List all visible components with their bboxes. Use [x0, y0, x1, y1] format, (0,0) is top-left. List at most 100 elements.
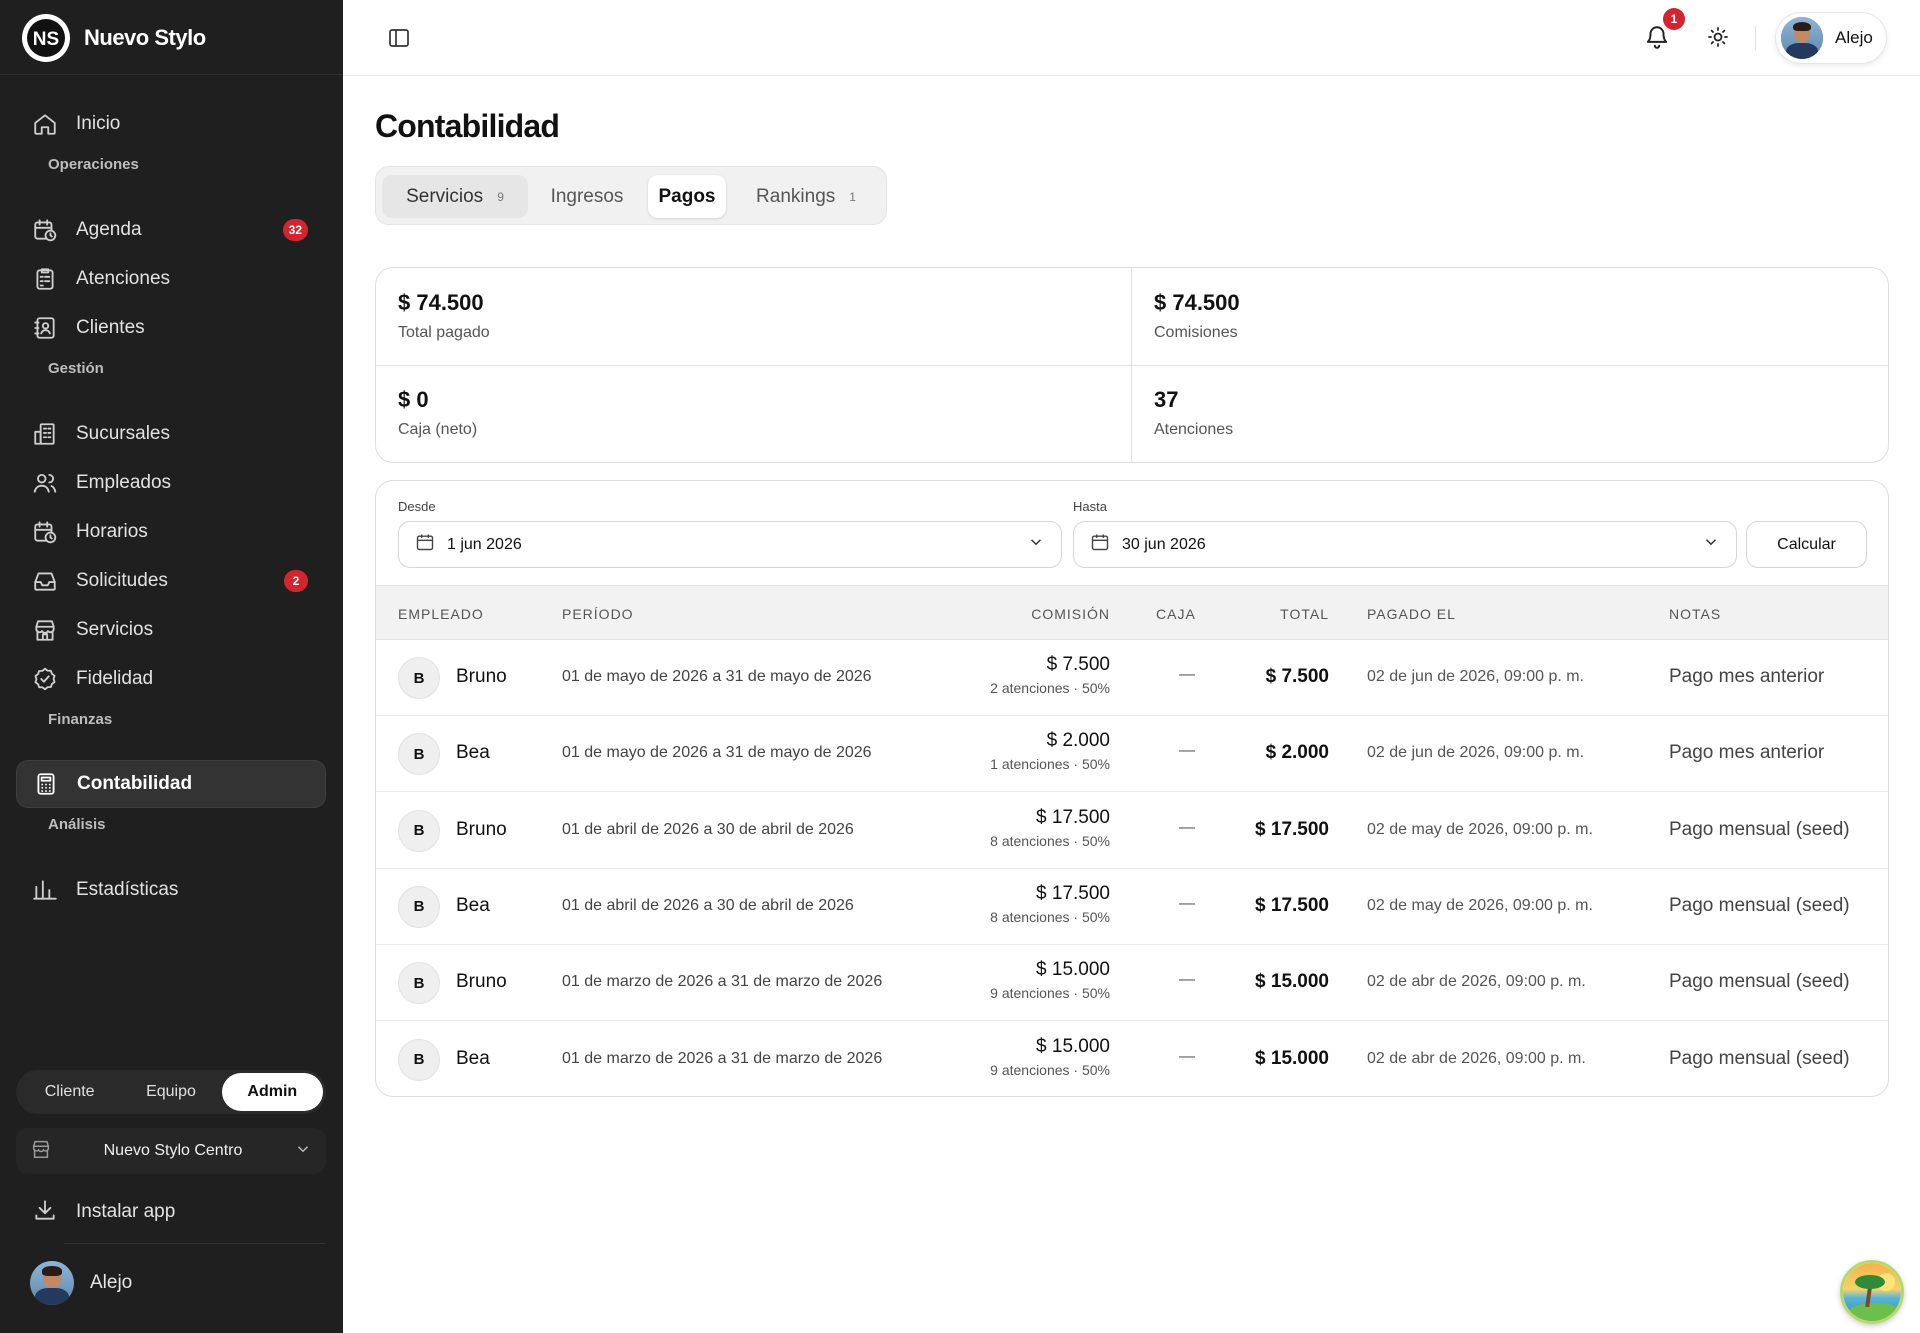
agenda-badge: 32 [282, 219, 308, 241]
stat-value: $ 0 [398, 387, 429, 412]
commission: $ 7.500 2 atenciones · 50% [990, 654, 1110, 696]
stat-caption: Caja (neto) [398, 421, 478, 438]
user-menu-button[interactable]: Alejo [1775, 12, 1887, 64]
column-header[interactable]: EMPLEADO [398, 606, 484, 622]
caja-value: — [1179, 742, 1195, 760]
stat-value: $ 74.500 [1154, 290, 1240, 315]
column-header[interactable]: PERÍODO [562, 606, 634, 622]
sidebar-toggle-icon[interactable] [387, 26, 411, 50]
users-icon [32, 470, 58, 496]
sidebar-item-solicitudes[interactable]: Solicitudes 2 [16, 557, 326, 605]
calculate-button[interactable]: Calcular [1746, 521, 1867, 568]
to-date-picker[interactable]: 30 jun 2026 [1073, 521, 1737, 568]
branch-select[interactable]: Nuevo Stylo Centro [16, 1128, 326, 1174]
from-date-picker[interactable]: 1 jun 2026 [398, 521, 1062, 568]
role-admin[interactable]: Admin [221, 1073, 323, 1111]
column-header[interactable]: COMISIÓN [1031, 606, 1110, 622]
role-switch: Cliente Equipo Admin [16, 1070, 326, 1114]
tab-bar: Servicios 9 Ingresos Pagos Rankings 1 [375, 166, 887, 225]
total-amount: $ 7.500 [1265, 666, 1329, 687]
commission: $ 2.000 1 atenciones · 50% [990, 730, 1110, 772]
sidebar-item-servicios[interactable]: Servicios [16, 606, 326, 654]
sidebar-item-label: Contabilidad [77, 773, 193, 794]
calendar-icon [1090, 532, 1110, 557]
stat-caption: Atenciones [1154, 421, 1234, 438]
stat-total-pagado: $ 74.500 Total pagado [376, 268, 1132, 365]
building-icon [32, 421, 58, 447]
commission: $ 17.500 8 atenciones · 50% [990, 807, 1110, 849]
stat-value: 37 [1154, 387, 1179, 412]
sidebar-item-agenda[interactable]: Agenda 32 [16, 206, 326, 254]
tab-ingresos[interactable]: Ingresos [534, 175, 640, 218]
table-row[interactable]: B Bruno 01 de abril de 2026 a 30 de abril … [376, 793, 1888, 869]
sidebar-item-sucursales[interactable]: Sucursales [16, 410, 326, 458]
section-finanzas: Finanzas [48, 711, 113, 728]
sidebar-user[interactable]: Alejo [30, 1261, 132, 1305]
column-header[interactable]: CAJA [1156, 606, 1196, 622]
tab-label: Rankings [756, 185, 836, 207]
tab-pagos[interactable]: Pagos [648, 175, 726, 218]
tab-count: 9 [497, 189, 504, 204]
to-date-value: 30 jun 2026 [1122, 535, 1206, 553]
stat-caja-neto: $ 0 Caja (neto) [376, 365, 1132, 462]
employee-name: Bruno [456, 818, 507, 840]
table-header: EMPLEADO PERÍODO COMISIÓN CAJA TOTAL PAG… [376, 585, 1888, 640]
table-row[interactable]: B Bea 01 de mayo de 2026 a 31 de mayo de 2… [376, 716, 1888, 793]
sidebar-item-atenciones[interactable]: Atenciones [16, 255, 326, 303]
sidebar-nav[interactable]: Inicio Operaciones Agenda 32 Atenciones … [0, 74, 343, 1074]
role-equipo[interactable]: Equipo [120, 1073, 221, 1111]
brand[interactable]: NS Nuevo Stylo [22, 14, 206, 62]
page-title: Contabilidad [375, 108, 560, 144]
tab-servicios[interactable]: Servicios 9 [382, 175, 528, 218]
sidebar-item-inicio[interactable]: Inicio [16, 100, 326, 148]
contact-book-icon [32, 315, 58, 341]
payments-card: Desde 1 jun 2026 Hasta 30 jun 2026 Calcu… [375, 480, 1889, 1097]
bar-chart-icon [32, 877, 58, 903]
divider [64, 1243, 326, 1244]
divider [376, 365, 1888, 366]
column-header[interactable]: TOTAL [1280, 606, 1329, 622]
install-app-button[interactable]: Instalar app [16, 1188, 326, 1236]
notes: Pago mensual (seed) [1669, 894, 1850, 916]
commission-amount: $ 2.000 [1046, 730, 1110, 752]
period: 01 de marzo de 2026 a 31 de marzo de 202… [562, 973, 883, 991]
period: 01 de abril de 2026 a 30 de abril de 202… [562, 896, 854, 914]
tab-label: Ingresos [550, 185, 624, 207]
column-header[interactable]: PAGADO EL [1367, 606, 1456, 622]
stat-caption: Comisiones [1154, 324, 1238, 341]
sidebar-item-label: Horarios [76, 521, 148, 542]
section-operaciones: Operaciones [48, 156, 139, 173]
tab-rankings[interactable]: Rankings 1 [736, 175, 876, 218]
clipboard-icon [32, 266, 58, 292]
sun-icon[interactable] [1706, 25, 1732, 51]
sidebar-item-contabilidad[interactable]: Contabilidad [16, 760, 326, 808]
sidebar-item-empleados[interactable]: Empleados [16, 459, 326, 507]
solicitudes-badge: 2 [284, 570, 308, 592]
table-row[interactable]: B Bea 01 de abril de 2026 a 30 de abril de… [376, 869, 1888, 945]
table-row[interactable]: B Bea 01 de marzo de 2026 a 31 de marzo de… [376, 1022, 1888, 1097]
role-cliente[interactable]: Cliente [19, 1073, 120, 1111]
commission-detail: 9 atenciones · 50% [990, 1061, 1110, 1078]
commission: $ 17.500 8 atenciones · 50% [990, 883, 1110, 925]
divider [1755, 26, 1756, 50]
period: 01 de mayo de 2026 a 31 de mayo de 2026 [562, 668, 872, 685]
tab-label: Pagos [658, 185, 716, 207]
stat-value: $ 74.500 [398, 290, 484, 315]
sidebar-item-clientes[interactable]: Clientes [16, 304, 326, 352]
notes: Pago mes anterior [1669, 666, 1825, 687]
table-row[interactable]: B Bruno 01 de marzo de 2026 a 31 de marzo … [376, 945, 1888, 1022]
table-row[interactable]: B Bruno 01 de mayo de 2026 a 31 de mayo de… [376, 640, 1888, 716]
tab-count: 1 [849, 189, 856, 204]
sidebar-item-horarios[interactable]: Horarios [16, 508, 326, 556]
total-amount: $ 17.500 [1255, 894, 1329, 916]
commission: $ 15.000 9 atenciones · 50% [990, 959, 1110, 1001]
sidebar-item-fidelidad[interactable]: Fidelidad [16, 655, 326, 703]
employee-name: Bruno [456, 666, 507, 687]
beach-widget-icon[interactable] [1840, 1260, 1904, 1324]
chevron-down-icon [294, 1140, 312, 1163]
column-header[interactable]: NOTAS [1669, 606, 1721, 622]
brand-logo: NS [22, 14, 70, 62]
sidebar-item-estadisticas[interactable]: Estadísticas [16, 866, 326, 914]
section-analisis: Análisis [48, 816, 106, 833]
paid-at: 02 de jun de 2026, 09:00 p. m. [1367, 668, 1585, 685]
